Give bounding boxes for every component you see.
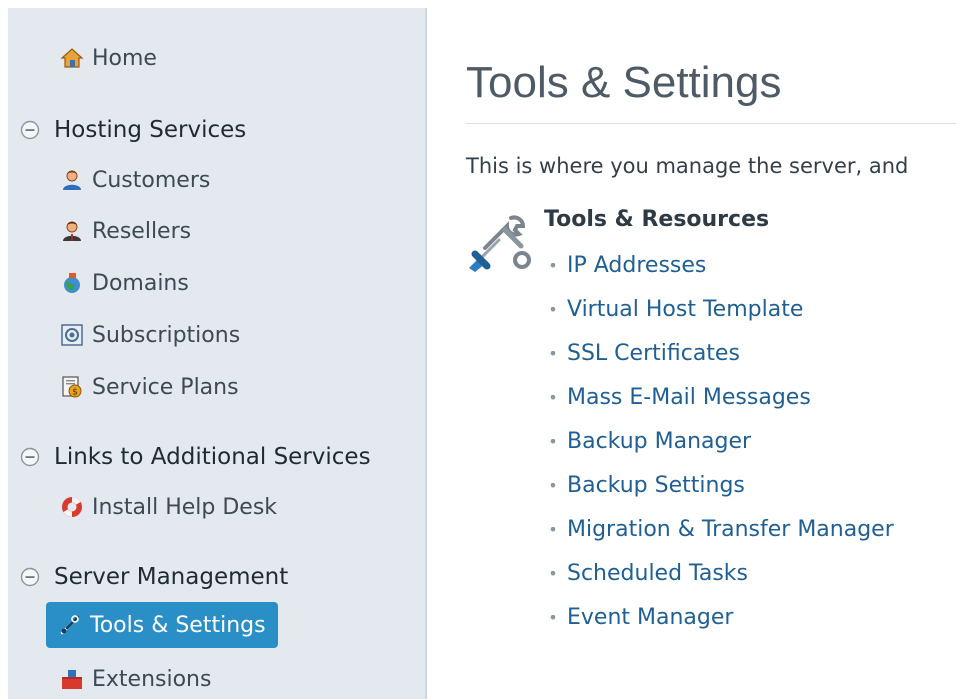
link-event-manager[interactable]: Event Manager: [567, 605, 733, 630]
sidebar-item-label: Subscriptions: [92, 322, 241, 348]
list-item: • Scheduled Tasks: [539, 551, 894, 595]
bullet: •: [548, 519, 558, 539]
collapse-icon[interactable]: [20, 447, 40, 467]
list-item: • IP Addresses: [539, 243, 894, 287]
sidebar-item-label: Tools & Settings: [90, 612, 266, 638]
section-server-management[interactable]: Server Management: [20, 560, 288, 594]
subscriptions-icon: [60, 323, 84, 347]
list-item: • Virtual Host Template: [539, 287, 894, 331]
sidebar-item-resellers[interactable]: Resellers: [60, 214, 191, 248]
sidebar-item-label: Resellers: [92, 218, 192, 244]
service-plans-icon: $: [60, 375, 84, 399]
sidebar-item-domains[interactable]: Domains: [60, 266, 189, 300]
bullet: •: [548, 607, 558, 627]
sidebar-item-service-plans[interactable]: $ Service Plans: [60, 370, 239, 404]
sidebar-item-label: Service Plans: [92, 374, 239, 400]
sidebar-item-label: Domains: [92, 270, 189, 296]
section-hosting-services[interactable]: Hosting Services: [20, 113, 246, 147]
bullet: •: [548, 431, 558, 451]
main-content: Tools & Settings This is where you manag…: [427, 0, 956, 699]
link-ssl-certificates[interactable]: SSL Certificates: [567, 341, 740, 366]
svg-text:$: $: [72, 388, 78, 398]
app-window: Home Hosting Services Customers Reseller…: [0, 0, 956, 699]
collapse-icon[interactable]: [20, 567, 40, 587]
link-migration-transfer-manager[interactable]: Migration & Transfer Manager: [567, 517, 894, 542]
sidebar-item-home[interactable]: Home: [60, 41, 157, 75]
link-virtual-host-template[interactable]: Virtual Host Template: [567, 297, 803, 322]
list-item: • SSL Certificates: [539, 331, 894, 375]
section-title: Hosting Services: [54, 117, 247, 143]
sidebar: Home Hosting Services Customers Reseller…: [8, 8, 427, 699]
sidebar-item-customers[interactable]: Customers: [60, 163, 210, 197]
bullet: •: [548, 299, 558, 319]
title-divider: [466, 123, 956, 124]
list-item: • Backup Manager: [539, 419, 894, 463]
sidebar-item-label: Customers: [92, 167, 211, 193]
sidebar-item-subscriptions[interactable]: Subscriptions: [60, 318, 240, 352]
bullet: •: [548, 475, 558, 495]
section-title: Server Management: [54, 564, 289, 590]
collapse-icon[interactable]: [20, 120, 40, 140]
section-title-tools-resources: Tools & Resources: [544, 207, 770, 232]
link-scheduled-tasks[interactable]: Scheduled Tasks: [567, 561, 748, 586]
bullet: •: [548, 387, 558, 407]
section-title: Links to Additional Services: [54, 444, 371, 470]
sidebar-item-label: Install Help Desk: [92, 494, 278, 520]
section-links-additional-services[interactable]: Links to Additional Services: [20, 440, 371, 474]
extensions-icon: [60, 667, 84, 691]
page-title: Tools & Settings: [466, 58, 782, 107]
list-item: • Migration & Transfer Manager: [539, 507, 894, 551]
bullet: •: [548, 563, 558, 583]
list-item: • Event Manager: [539, 595, 894, 639]
home-icon: [60, 46, 84, 70]
sidebar-item-install-help-desk[interactable]: Install Help Desk: [60, 490, 277, 524]
sidebar-item-label: Extensions: [92, 666, 212, 692]
sidebar-item-extensions[interactable]: Extensions: [60, 662, 211, 696]
lifebuoy-icon: [60, 495, 84, 519]
list-item: • Mass E-Mail Messages: [539, 375, 894, 419]
reseller-icon: [60, 219, 84, 243]
list-item: • Backup Settings: [539, 463, 894, 507]
bullet: •: [548, 343, 558, 363]
tools-icon: [58, 613, 82, 637]
link-backup-settings[interactable]: Backup Settings: [567, 473, 745, 498]
link-backup-manager[interactable]: Backup Manager: [567, 429, 751, 454]
customer-icon: [60, 168, 84, 192]
link-mass-email-messages[interactable]: Mass E-Mail Messages: [567, 385, 811, 410]
sidebar-item-tools-settings[interactable]: Tools & Settings: [46, 602, 278, 648]
globe-icon: [60, 271, 84, 295]
intro-text: This is where you manage the server, and: [466, 154, 909, 178]
bullet: •: [548, 255, 558, 275]
tools-links-list: • IP Addresses • Virtual Host Template • SS…: [539, 243, 894, 639]
wrench-screwdriver-icon: [465, 210, 531, 272]
link-ip-addresses[interactable]: IP Addresses: [567, 253, 706, 278]
sidebar-item-label: Home: [92, 45, 157, 71]
